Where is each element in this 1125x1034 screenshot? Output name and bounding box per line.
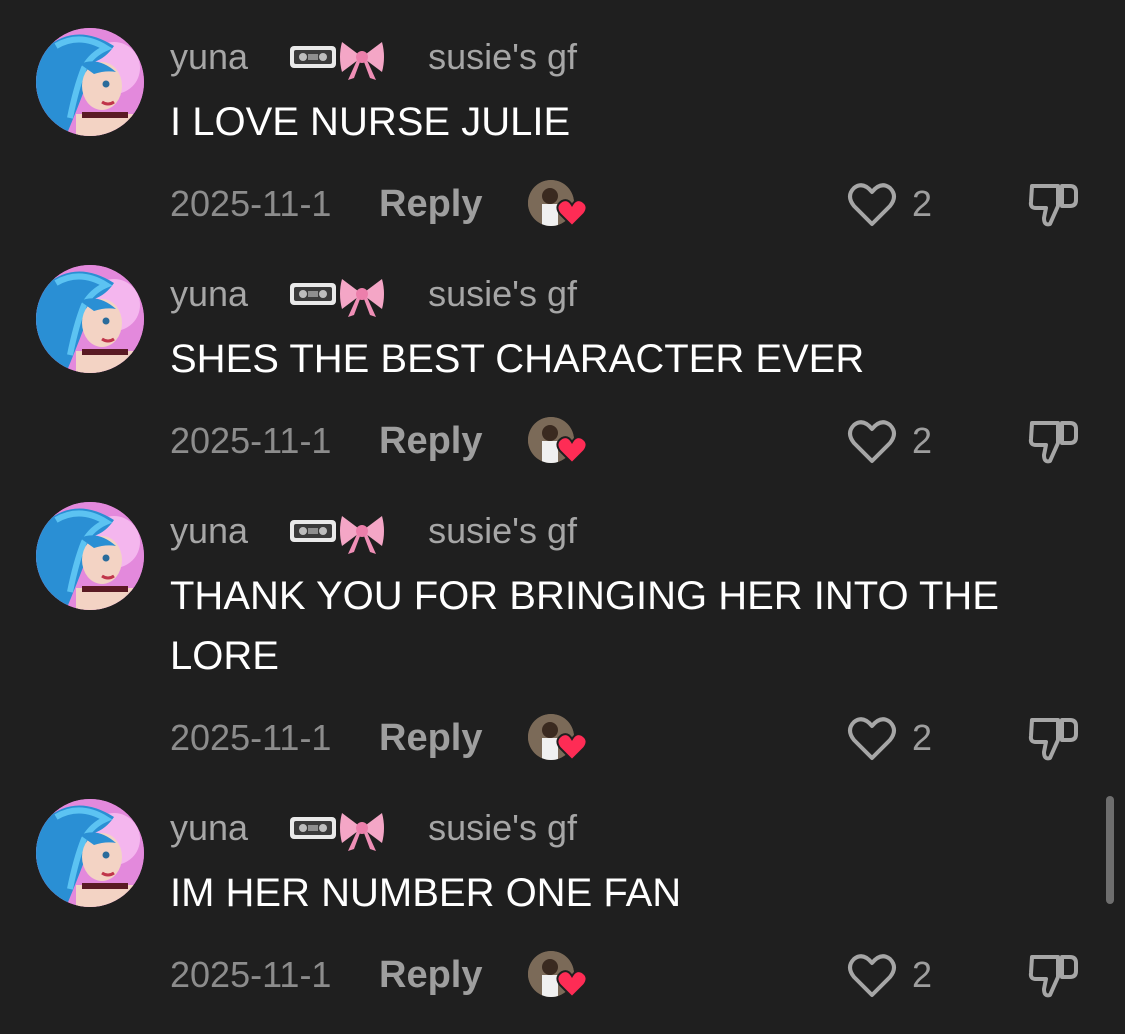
like-count: 2 xyxy=(912,954,933,995)
reply-button[interactable]: Reply xyxy=(379,178,482,230)
comment-date: 2025-11-1 xyxy=(170,954,332,995)
reply-button[interactable]: Reply xyxy=(379,415,482,467)
avatar[interactable] xyxy=(36,28,144,136)
vhs-tape-icon xyxy=(290,516,385,554)
vhs-bow-emojis xyxy=(288,269,388,319)
username[interactable]: yuna xyxy=(170,510,248,552)
creator-liked-heart-icon xyxy=(556,199,588,228)
creator-liked-heart-icon xyxy=(556,436,588,465)
user-badge: susie's gf xyxy=(428,807,578,848)
user-badge: susie's gf xyxy=(428,273,578,314)
heart-outline-icon[interactable] xyxy=(846,180,898,228)
reply-button[interactable]: Reply xyxy=(379,949,482,1001)
vhs-tape-icon xyxy=(290,279,385,317)
vhs-tape-icon xyxy=(290,813,385,851)
creator-liked-badge xyxy=(528,180,590,232)
heart-outline-icon[interactable] xyxy=(846,417,898,465)
username-row: yuna susie's gf xyxy=(170,506,577,556)
comment-text: IM HER NUMBER ONE FAN xyxy=(170,871,682,915)
avatar[interactable] xyxy=(36,799,144,907)
vhs-bow-emojis xyxy=(288,32,388,82)
vhs-bow-emojis xyxy=(288,803,388,853)
creator-liked-heart-icon xyxy=(556,733,588,762)
username-row: yuna susie's gf xyxy=(170,32,577,82)
username[interactable]: yuna xyxy=(170,36,248,78)
user-badge: susie's gf xyxy=(428,36,578,77)
heart-outline-icon[interactable] xyxy=(846,714,898,762)
like-count: 2 xyxy=(912,183,933,224)
creator-liked-heart-icon xyxy=(556,970,588,999)
reply-button[interactable]: Reply xyxy=(379,712,482,764)
thumbs-down-icon[interactable] xyxy=(1026,949,1080,1001)
avatar[interactable] xyxy=(36,265,144,373)
comment-actions: 2025-11-1 Reply 2 xyxy=(0,178,1125,230)
avatar[interactable] xyxy=(36,502,144,610)
comment-date: 2025-11-1 xyxy=(170,717,332,758)
username[interactable]: yuna xyxy=(170,807,248,849)
scrollbar-thumb[interactable] xyxy=(1106,796,1114,904)
comment-text: THANK YOU FOR BRINGING HER INTO THE LORE xyxy=(170,574,999,678)
comment-text: SHES THE BEST CHARACTER EVER xyxy=(170,337,865,381)
comment-date: 2025-11-1 xyxy=(170,183,332,224)
vhs-bow-emojis xyxy=(288,506,388,556)
like-count: 2 xyxy=(912,420,933,461)
thumbs-down-icon[interactable] xyxy=(1026,178,1080,230)
username-row: yuna susie's gf xyxy=(170,269,577,319)
username-row: yuna susie's gf xyxy=(170,803,577,853)
comment-actions: 2025-11-1 Reply 2 xyxy=(0,415,1125,467)
comment-actions: 2025-11-1 Reply 2 xyxy=(0,712,1125,764)
user-badge: susie's gf xyxy=(428,510,578,551)
heart-outline-icon[interactable] xyxy=(846,951,898,999)
comment-text: I LOVE NURSE JULIE xyxy=(170,100,571,144)
username[interactable]: yuna xyxy=(170,273,248,315)
thumbs-down-icon[interactable] xyxy=(1026,712,1080,764)
comment-actions: 2025-11-1 Reply 2 xyxy=(0,949,1125,1001)
creator-liked-badge xyxy=(528,951,590,1003)
vhs-tape-icon xyxy=(290,42,385,80)
creator-liked-badge xyxy=(528,417,590,469)
thumbs-down-icon[interactable] xyxy=(1026,415,1080,467)
like-count: 2 xyxy=(912,717,933,758)
creator-liked-badge xyxy=(528,714,590,766)
comment-date: 2025-11-1 xyxy=(170,420,332,461)
